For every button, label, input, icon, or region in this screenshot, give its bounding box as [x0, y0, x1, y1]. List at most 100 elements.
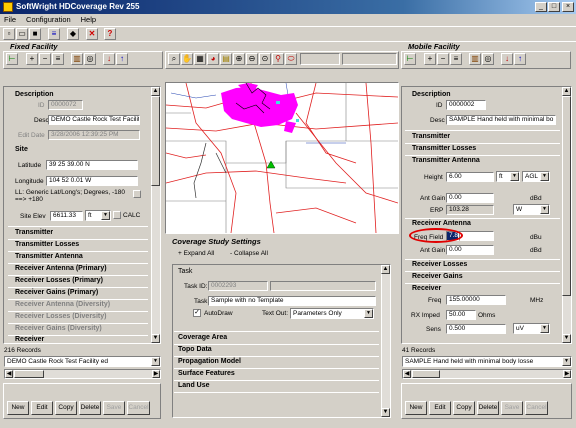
mobile-scroll-left-icon[interactable]: ◀	[403, 370, 411, 378]
edit-lines-icon[interactable]: ≡	[48, 28, 60, 40]
coverage-section-surface-features[interactable]: Surface Features	[178, 370, 235, 377]
fixed-section-transmitter-antenna[interactable]: Transmitter Antenna	[15, 253, 83, 260]
zoom-icon[interactable]: ⌕	[168, 53, 180, 65]
minimize-button[interactable]: _	[535, 2, 547, 12]
coverage-section-topo-data[interactable]: Topo Data	[178, 346, 212, 353]
map-layers-icon[interactable]: ▦	[194, 53, 206, 65]
menu-configuration[interactable]: Configuration	[26, 15, 71, 24]
mobile-library-icon[interactable]: ▥	[469, 53, 481, 65]
mobile-section-transmitter-losses[interactable]: Transmitter Losses	[412, 145, 476, 152]
mobile-freq-field-remainder[interactable]	[459, 231, 494, 241]
delete-x-icon[interactable]: ✕	[86, 28, 98, 40]
mobile-section-receiver-antenna[interactable]: Receiver Antenna	[412, 220, 471, 227]
path-profile-icon[interactable]: ⬭	[285, 53, 297, 65]
fixed-export-icon[interactable]: ↑	[116, 53, 128, 65]
mobile-new-button[interactable]: New	[405, 401, 427, 415]
coverage-section-propagation-model[interactable]: Propagation Model	[178, 358, 241, 365]
fixed-section-receiver-antenna-primary[interactable]: Receiver Antenna (Primary)	[15, 265, 107, 272]
zoom-out-icon[interactable]: ⊖	[246, 53, 258, 65]
fixed-scroll-right-icon[interactable]: ▶	[152, 370, 160, 378]
fixed-longitude-field[interactable]: 104 52 0.01 W	[46, 176, 138, 186]
open-folder-icon[interactable]: ▭	[16, 28, 28, 40]
mobile-section-transmitter[interactable]: Transmitter	[412, 133, 450, 140]
mobile-edit-button[interactable]: Edit	[429, 401, 451, 415]
mobile-rx-ant-gain-field[interactable]: 0.00	[446, 245, 494, 255]
fixed-remove-icon[interactable]: −	[39, 53, 51, 65]
fixed-scroll-down-icon[interactable]: ▼	[151, 334, 160, 343]
mobile-section-receiver-gains[interactable]: Receiver Gains	[412, 273, 463, 280]
coverage-section-coverage-area[interactable]: Coverage Area	[178, 334, 227, 341]
mobile-freq-field[interactable]: 155.00000	[446, 295, 506, 305]
fixed-copy-button[interactable]: Copy	[55, 401, 77, 415]
coverage-section-land-use[interactable]: Land Use	[178, 382, 210, 389]
mobile-delete-button[interactable]: Delete	[477, 401, 499, 415]
mobile-erp-unit-select[interactable]: W ▼	[513, 204, 550, 215]
fixed-scroll-left-icon[interactable]: ◀	[5, 370, 13, 378]
mobile-rx-imped-field[interactable]: 50.00	[446, 310, 476, 320]
fixed-latitude-field[interactable]: 39 25 39.00 N	[46, 160, 138, 170]
pan-hand-icon[interactable]: ✋	[181, 53, 193, 65]
fixed-section-receiver[interactable]: Receiver	[15, 336, 44, 343]
mobile-hscroll-thumb[interactable]	[412, 370, 440, 378]
stack-icon[interactable]: ◆	[67, 28, 79, 40]
task-name-field[interactable]: Sample with no Template	[208, 296, 376, 306]
pie-icon[interactable]: ◕	[207, 53, 219, 65]
fixed-calc-checkbox[interactable]	[113, 211, 121, 219]
mobile-copy-button[interactable]: Copy	[453, 401, 475, 415]
zoom-extent-icon[interactable]: ⊙	[259, 53, 271, 65]
fixed-library-icon[interactable]: ▥	[71, 53, 83, 65]
mobile-height-field[interactable]: 6.00	[446, 172, 494, 182]
fixed-section-transmitter[interactable]: Transmitter	[15, 229, 53, 236]
mobile-sens-field[interactable]: 0.500	[446, 324, 506, 334]
close-button[interactable]: ×	[562, 2, 574, 12]
mobile-list-icon[interactable]: ≡	[450, 53, 462, 65]
fixed-section-transmitter-losses[interactable]: Transmitter Losses	[15, 241, 79, 248]
text-out-select[interactable]: Parameters Only ▼	[290, 308, 374, 319]
menu-help[interactable]: Help	[81, 15, 96, 24]
fixed-scroll-thumb[interactable]	[151, 96, 160, 186]
coverage-map[interactable]	[165, 82, 399, 234]
fixed-import-icon[interactable]: ↓	[103, 53, 115, 65]
collapse-all-link[interactable]: - Collapse All	[230, 250, 268, 257]
grid-icon[interactable]: ▤	[220, 53, 232, 65]
fixed-ll-format-button[interactable]	[133, 190, 141, 198]
fixed-desc-field[interactable]: DEMO Castle Rock Test Facilit	[48, 115, 140, 125]
fixed-hscroll-thumb[interactable]	[14, 370, 44, 378]
mobile-add-icon[interactable]: +	[424, 53, 436, 65]
fixed-site-elev-unit-select[interactable]: ft ▼	[85, 210, 111, 221]
save-disk-icon[interactable]: ■	[29, 28, 41, 40]
mobile-scroll-up-icon[interactable]: ▲	[562, 87, 571, 96]
fixed-edit-button[interactable]: Edit	[31, 401, 53, 415]
mobile-section-receiver-losses[interactable]: Receiver Losses	[412, 261, 467, 268]
fixed-add-icon[interactable]: +	[26, 53, 38, 65]
mobile-import-icon[interactable]: ↓	[501, 53, 513, 65]
help-icon[interactable]: ?	[104, 28, 116, 40]
new-file-icon[interactable]: ▫	[3, 28, 15, 40]
fixed-link-icon[interactable]: ⊢	[6, 53, 18, 65]
measure-icon[interactable]: ⚲	[272, 53, 284, 65]
mobile-scroll-right-icon[interactable]: ▶	[563, 370, 571, 378]
fixed-site-elev-field[interactable]: 6611.33	[50, 211, 83, 221]
fixed-list-icon[interactable]: ≡	[52, 53, 64, 65]
mobile-link-icon[interactable]: ⊢	[404, 53, 416, 65]
mobile-remove-icon[interactable]: −	[437, 53, 449, 65]
mobile-height-unit-select[interactable]: ft ▼	[496, 171, 520, 182]
mobile-height-ref-select[interactable]: AGL ▼	[522, 171, 550, 182]
coverage-vscrollbar[interactable]	[381, 265, 390, 417]
mobile-section-transmitter-antenna[interactable]: Transmitter Antenna	[412, 157, 480, 164]
menu-file[interactable]: File	[4, 15, 16, 24]
coverage-scroll-down-icon[interactable]: ▼	[381, 408, 390, 417]
coverage-scroll-up-icon[interactable]: ▲	[381, 265, 390, 274]
maximize-button[interactable]: □	[548, 2, 560, 12]
fixed-new-button[interactable]: New	[7, 401, 29, 415]
expand-all-link[interactable]: + Expand All	[178, 250, 214, 257]
fixed-section-receiver-losses-primary[interactable]: Receiver Losses (Primary)	[15, 277, 103, 284]
autodraw-checkbox[interactable]: ✓	[193, 309, 201, 317]
fixed-section-receiver-gains-primary[interactable]: Receiver Gains (Primary)	[15, 289, 98, 296]
mobile-desc-field[interactable]: SAMPLE Hand held with minimal bo	[446, 115, 556, 125]
mobile-record-select[interactable]: SAMPLE Hand held with minimal body losse…	[402, 356, 572, 367]
mobile-scroll-thumb[interactable]	[562, 96, 571, 296]
mobile-ant-gain-field[interactable]: 0.00	[446, 193, 494, 203]
mobile-scroll-down-icon[interactable]: ▼	[562, 334, 571, 343]
fixed-scroll-up-icon[interactable]: ▲	[151, 87, 160, 96]
